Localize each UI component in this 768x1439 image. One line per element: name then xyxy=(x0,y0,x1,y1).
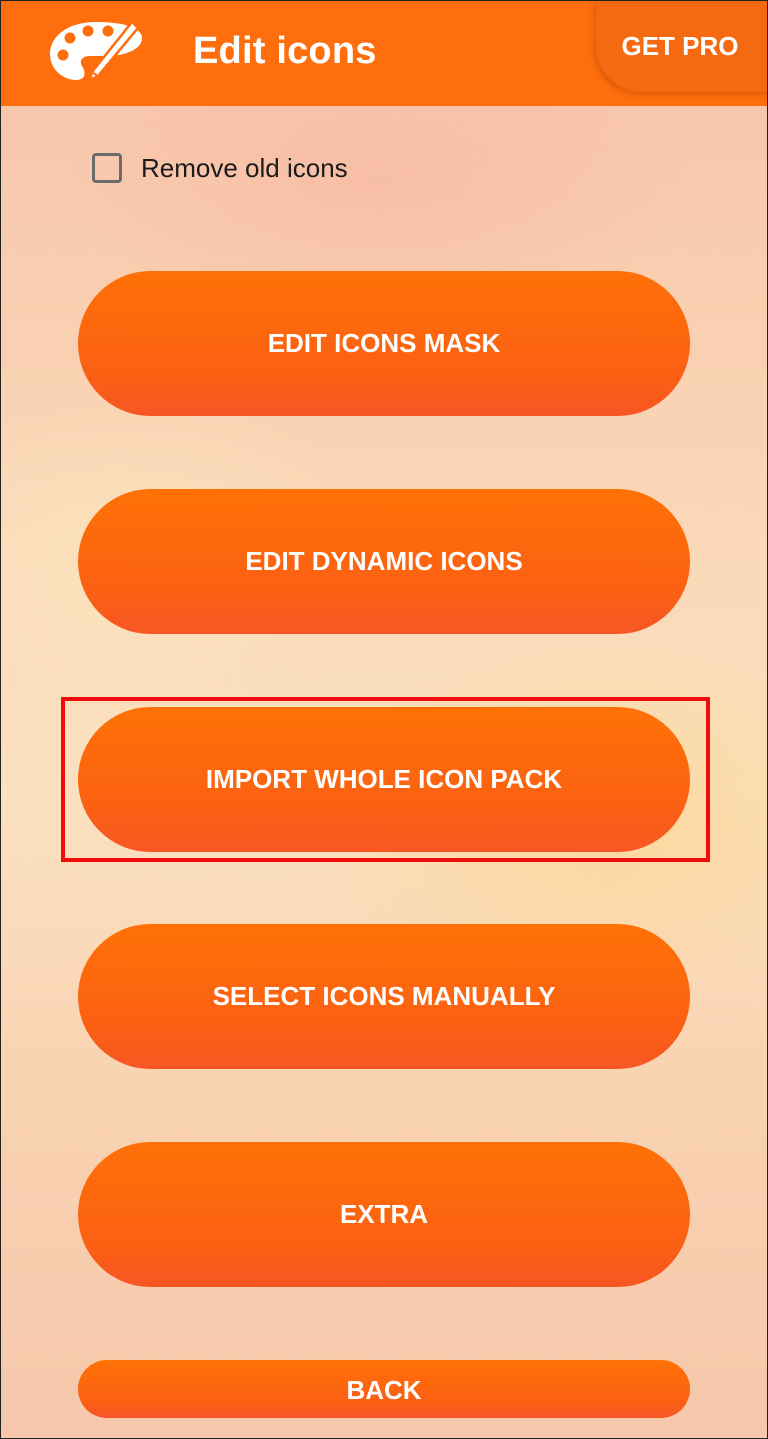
remove-old-icons-option[interactable]: Remove old icons xyxy=(92,150,348,186)
app-bar: Edit icons GET PRO xyxy=(0,0,768,106)
remove-old-icons-label: Remove old icons xyxy=(141,152,348,183)
back-button[interactable]: BACK xyxy=(78,1360,690,1418)
edit-icons-mask-button[interactable]: EDIT ICONS MASK xyxy=(78,271,690,416)
page-title: Edit icons xyxy=(193,30,377,72)
remove-old-icons-checkbox[interactable] xyxy=(92,153,122,183)
edit-dynamic-icons-button[interactable]: EDIT DYNAMIC ICONS xyxy=(78,489,690,634)
get-pro-button[interactable]: GET PRO xyxy=(596,0,768,92)
extra-button[interactable]: EXTRA xyxy=(78,1142,690,1287)
palette-icon xyxy=(50,20,142,83)
select-icons-manually-button[interactable]: SELECT ICONS MANUALLY xyxy=(78,924,690,1069)
import-whole-icon-pack-button[interactable]: IMPORT WHOLE ICON PACK xyxy=(78,707,690,852)
